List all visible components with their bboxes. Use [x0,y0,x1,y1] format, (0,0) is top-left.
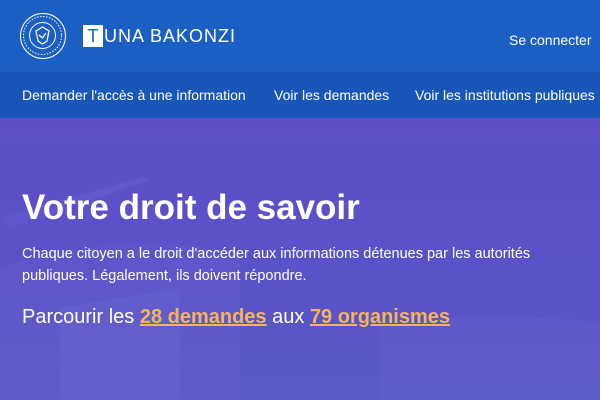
site-header: T UNA BAKONZI Se connecter [0,0,600,72]
nav-view-requests[interactable]: Voir les demandes [274,87,389,104]
organisms-count-link[interactable]: 79 organismes [310,306,450,328]
nav-view-institutions[interactable]: Voir les institutions publiques [415,87,595,104]
hero-description: Chaque citoyen a le droit d'accéder aux … [22,246,531,284]
login-link[interactable]: Se connecter [509,32,592,48]
hero-stats: Parcourir les 28 demandes aux 79 organis… [22,304,450,330]
government-seal-icon[interactable] [20,13,66,59]
requests-count-link[interactable]: 28 demandes [140,306,267,328]
nav-request-access[interactable]: Demander l'accès à une information [22,87,246,104]
main-nav: Demander l'accès à une information Voir … [0,72,600,118]
brand-name[interactable]: UNA BAKONZI [104,26,236,46]
brand-logo-initial[interactable]: T [83,25,103,47]
hero-title: Votre droit de savoir [22,188,360,227]
hero-section: Votre droit de savoir Chaque citoyen a l… [0,118,600,400]
stats-prefix: Parcourir les [22,306,135,328]
stats-middle: aux [272,306,305,328]
